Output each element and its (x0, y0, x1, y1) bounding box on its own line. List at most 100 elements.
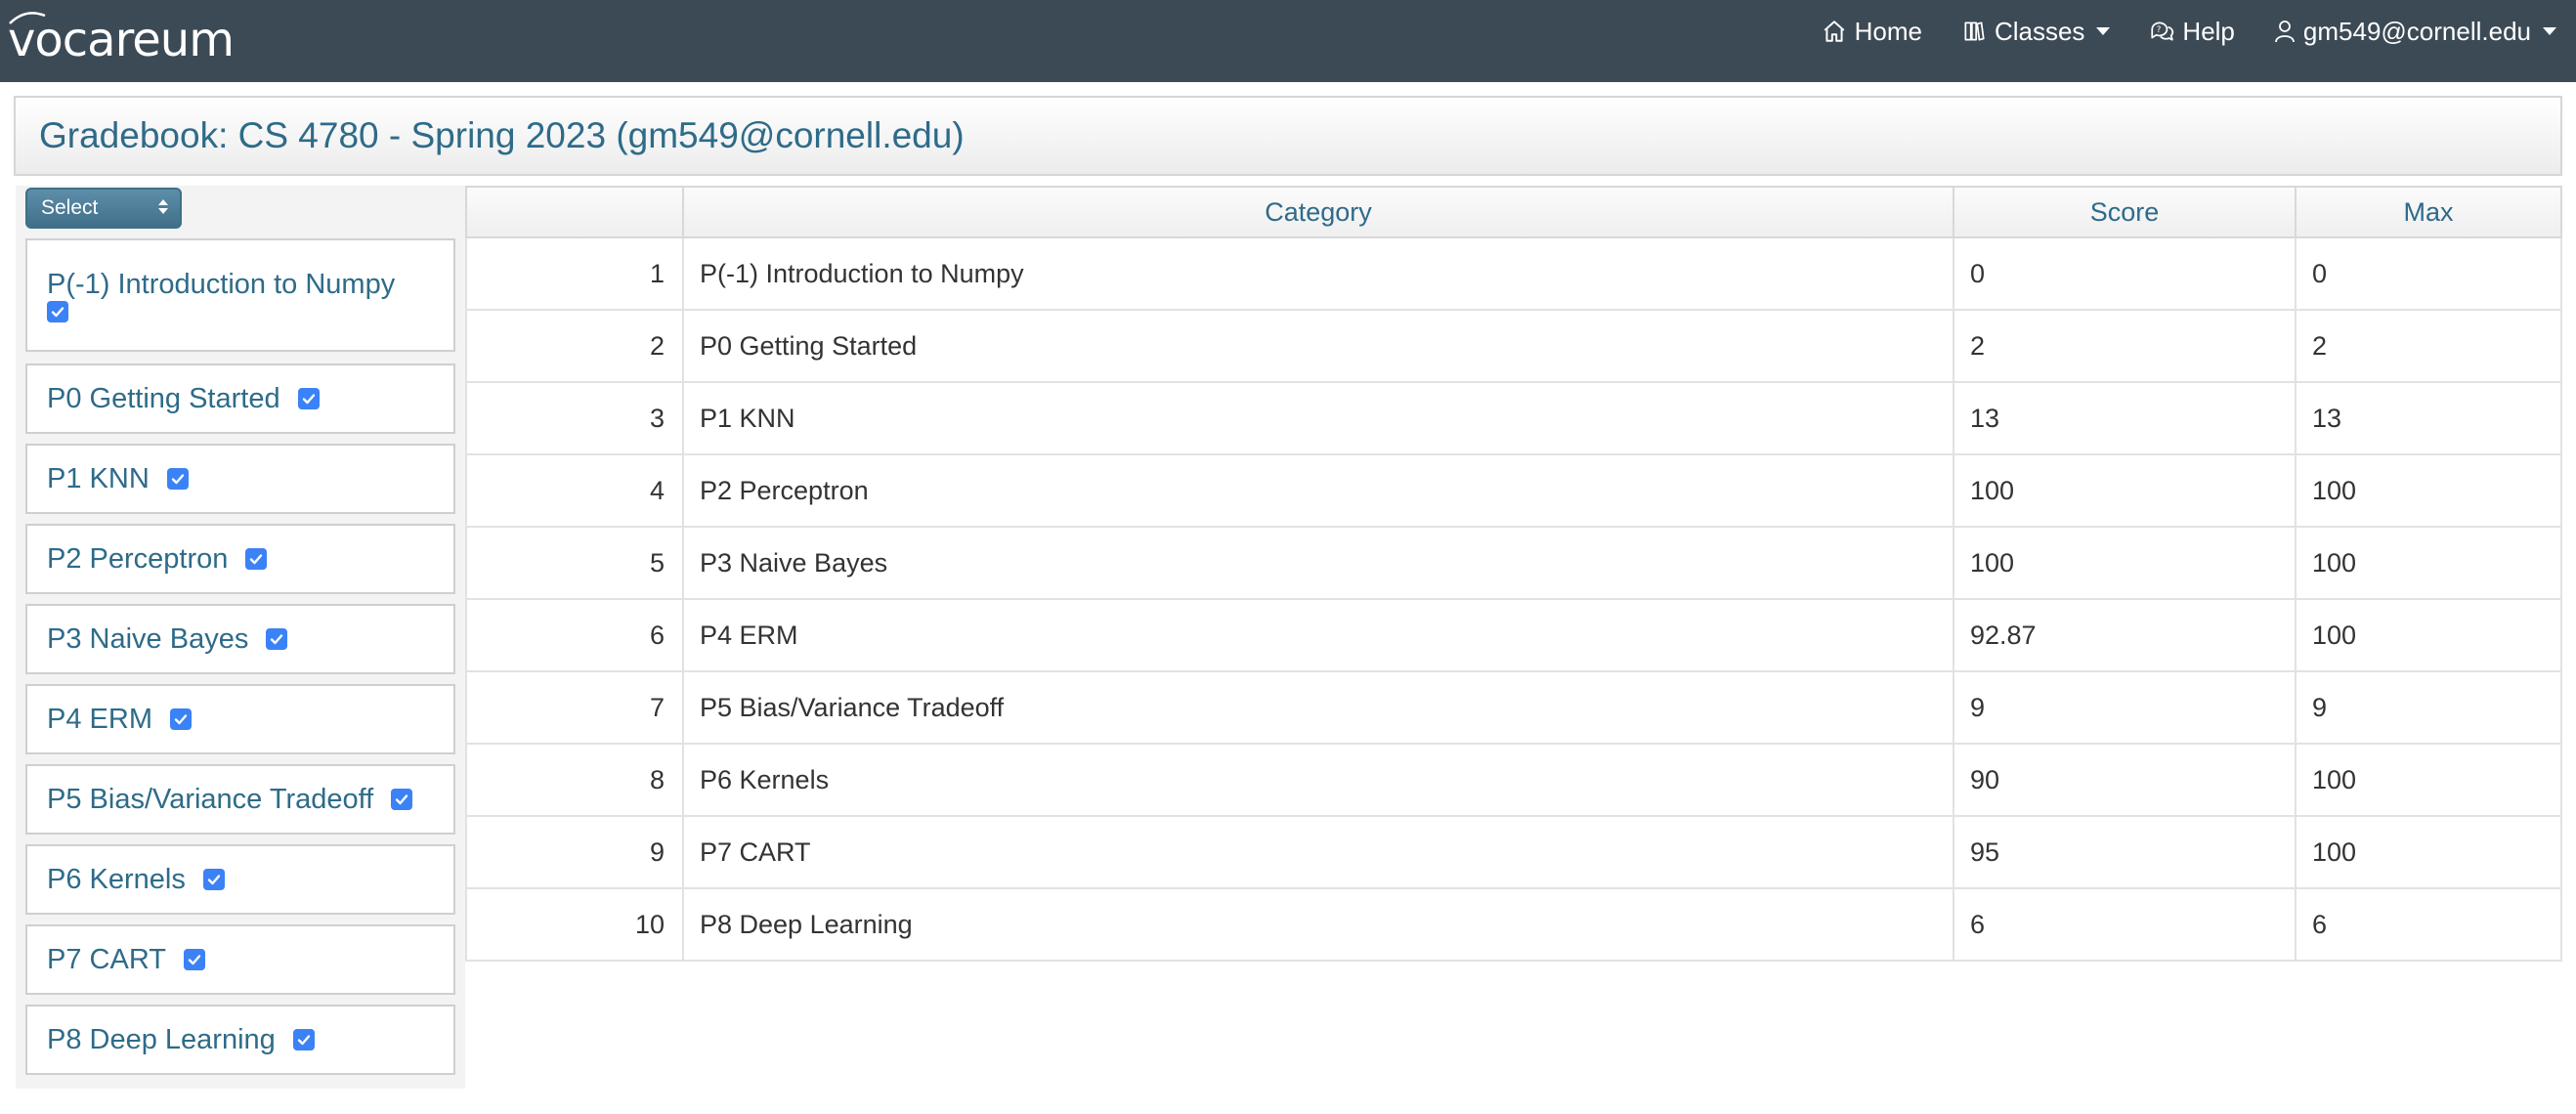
nav-classes[interactable]: Classes (1961, 16, 2111, 47)
book-icon (1964, 21, 1985, 41)
gradebook-header: Gradebook: CS 4780 - Spring 2023 (gm549@… (14, 96, 2562, 176)
row-number: 4 (465, 454, 684, 528)
score-cell: 6 (1953, 888, 2297, 962)
score-cell: 13 (1953, 382, 2297, 455)
max-cell: 100 (2295, 454, 2562, 528)
nav-classes-label: Classes (1994, 16, 2085, 46)
vocareum-logo[interactable]: vocareum (8, 6, 235, 74)
checkbox-checked-icon[interactable] (166, 468, 189, 490)
category-filter-item[interactable]: P6 Kernels (25, 844, 455, 915)
score-cell: 9 (1953, 671, 2297, 745)
nav-home[interactable]: Home (1822, 17, 1922, 47)
row-number: 10 (465, 888, 684, 962)
row-number: 6 (465, 599, 684, 672)
nav-help[interactable]: ? Help (2149, 16, 2235, 47)
table-row: 6 P4 ERM 92.87 100 (465, 599, 2562, 672)
nav-menu: Home Classes ? Help gm549@cornell.edu (1822, 0, 2556, 63)
nav-user-label: gm549@cornell.edu (2302, 16, 2531, 46)
category-cell: P1 KNN (682, 382, 1954, 455)
checkbox-checked-icon[interactable] (266, 628, 288, 650)
updown-arrows-icon (158, 199, 168, 214)
logo-arc-icon (9, 12, 46, 24)
category-filter-label: P4 ERM (47, 703, 152, 735)
max-cell: 6 (2295, 888, 2562, 962)
category-filter-item[interactable]: P1 KNN (25, 444, 455, 514)
select-dropdown-label: Select (41, 196, 99, 219)
checkbox-checked-icon[interactable] (47, 300, 68, 322)
table-row: 8 P6 Kernels 90 100 (465, 744, 2562, 817)
row-number: 5 (465, 527, 684, 600)
top-navbar: vocareum Home Classes ? Help gm549@corne… (0, 0, 2576, 82)
nav-user-menu[interactable]: gm549@cornell.edu (2274, 17, 2556, 47)
category-filter-item[interactable]: P4 ERM (25, 684, 455, 754)
checkbox-checked-icon[interactable] (292, 1029, 315, 1050)
column-header-max[interactable]: Max (2295, 186, 2562, 238)
category-cell: P3 Naive Bayes (682, 527, 1954, 600)
table-row: 4 P2 Perceptron 100 100 (465, 454, 2562, 528)
checkbox-checked-icon[interactable] (202, 869, 225, 890)
page-title: Gradebook: CS 4780 - Spring 2023 (gm549@… (39, 115, 965, 155)
checkbox-checked-icon[interactable] (169, 708, 192, 730)
checkbox-checked-icon[interactable] (183, 949, 205, 970)
score-cell: 100 (1953, 454, 2297, 528)
category-filter-item[interactable]: P5 Bias/Variance Tradeoff (25, 764, 455, 835)
category-filter-label: P5 Bias/Variance Tradeoff (47, 783, 374, 815)
category-filter-label: P6 Kernels (47, 863, 186, 895)
table-header-row: Category Score Max (465, 186, 2562, 238)
category-cell: P6 Kernels (682, 744, 1954, 817)
max-cell: 0 (2295, 237, 2562, 311)
column-header-category[interactable]: Category (682, 186, 1954, 238)
row-number: 8 (465, 744, 684, 817)
category-filter-label: P7 CART (47, 943, 166, 975)
category-filter-item[interactable]: P0 Getting Started (25, 364, 455, 434)
column-header-score[interactable]: Score (1953, 186, 2297, 238)
row-number: 7 (465, 671, 684, 745)
table-row: 7 P5 Bias/Variance Tradeoff 9 9 (465, 671, 2562, 745)
row-number: 3 (465, 382, 684, 455)
score-cell: 0 (1953, 237, 2297, 311)
nav-home-label: Home (1854, 16, 1922, 46)
max-cell: 13 (2295, 382, 2562, 455)
select-dropdown[interactable]: Select (25, 188, 182, 229)
category-cell: P7 CART (682, 816, 1954, 889)
row-number: 9 (465, 816, 684, 889)
category-filter-sidebar: Select P(-1) Introduction to Numpy P0 Ge… (16, 186, 465, 1089)
category-cell: P0 Getting Started (682, 310, 1954, 383)
table-row: 1 P(-1) Introduction to Numpy 0 0 (465, 237, 2562, 311)
category-filter-item[interactable]: P2 Perceptron (25, 524, 455, 594)
table-row: 3 P1 KNN 13 13 (465, 382, 2562, 455)
svg-text:?: ? (2157, 25, 2162, 35)
category-filter-label: P0 Getting Started (47, 382, 280, 414)
max-cell: 2 (2295, 310, 2562, 383)
row-number: 2 (465, 310, 684, 383)
category-cell: P5 Bias/Variance Tradeoff (682, 671, 1954, 745)
max-cell: 100 (2295, 599, 2562, 672)
category-cell: P2 Perceptron (682, 454, 1954, 528)
nav-help-label: Help (2182, 16, 2235, 46)
help-icon: ? (2151, 21, 2174, 41)
chevron-down-icon (2543, 27, 2556, 35)
score-cell: 92.87 (1953, 599, 2297, 672)
table-row: 5 P3 Naive Bayes 100 100 (465, 527, 2562, 600)
table-row: 9 P7 CART 95 100 (465, 816, 2562, 889)
category-filter-item[interactable]: P8 Deep Learning (25, 1005, 455, 1075)
column-header-index[interactable] (465, 186, 684, 238)
category-filter-label: P(-1) Introduction to Numpy (47, 268, 396, 300)
category-cell: P(-1) Introduction to Numpy (682, 237, 1954, 311)
category-filter-item[interactable]: P3 Naive Bayes (25, 604, 455, 674)
chevron-down-icon (2096, 27, 2111, 35)
category-filter-item[interactable]: P7 CART (25, 924, 455, 995)
table-row: 2 P0 Getting Started 2 2 (465, 310, 2562, 383)
category-filter-label: P1 KNN (47, 462, 150, 494)
max-cell: 9 (2295, 671, 2562, 745)
user-icon (2275, 21, 2295, 43)
category-filter-label: P8 Deep Learning (47, 1023, 276, 1055)
category-filter-label: P2 Perceptron (47, 542, 229, 575)
checkbox-checked-icon[interactable] (297, 388, 320, 409)
max-cell: 100 (2295, 527, 2562, 600)
checkbox-checked-icon[interactable] (391, 789, 413, 810)
category-filter-item[interactable]: P(-1) Introduction to Numpy (25, 238, 455, 352)
row-number: 1 (465, 237, 684, 311)
checkbox-checked-icon[interactable] (245, 548, 268, 570)
grades-table: Category Score Max 1 P(-1) Introduction … (465, 186, 2562, 962)
